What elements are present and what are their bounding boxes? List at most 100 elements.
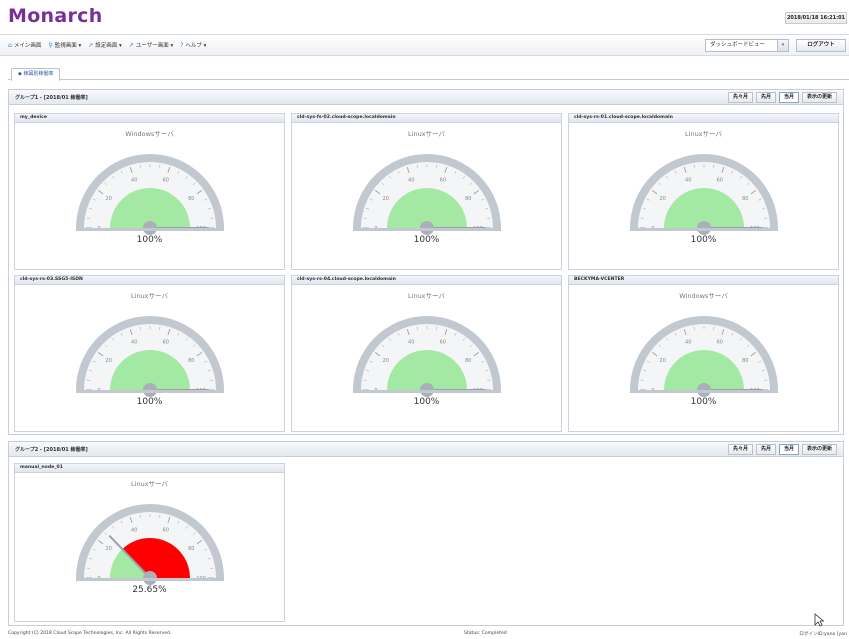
tab-strip: ◆ 稼図別稼働率 — [8, 66, 849, 81]
panel-subtitle: Linuxサーバ — [131, 480, 168, 488]
gauge-tick-label: 40 — [408, 177, 414, 183]
gauge-value: 25.65% — [132, 585, 167, 595]
group-title: グループ1 - [2018/01 稼働率] — [15, 95, 88, 101]
gauge-chart: 020406080100 — [629, 316, 778, 397]
gauge-tick-label: 60 — [716, 339, 722, 345]
gauge-tick-label: 40 — [685, 339, 691, 345]
gauge-value: 100% — [136, 397, 163, 407]
gauge-value: 100% — [690, 397, 717, 407]
main-menu: ⌂ メイン画面 ⚲ 監視画面 ▾ ↗ 設定画面 ▾ ↗ ユーザー画面 ▾ ? ヘルプ ▾ — [8, 41, 206, 50]
panel-subtitle: Windowsサーバ — [679, 292, 728, 300]
wrench-icon: ↗ — [128, 41, 134, 49]
gauge-tick-label: 20 — [659, 358, 665, 364]
gauge-tick-label: 20 — [382, 196, 388, 202]
title-bar: Monarch 2018/01/18 16:21:01 — [0, 0, 849, 34]
search-icon: ⚲ — [48, 41, 53, 49]
current-month-button[interactable]: 当月 — [778, 92, 799, 103]
tab-uptime-by-device[interactable]: ◆ 稼図別稼働率 — [11, 68, 61, 81]
logout-button[interactable]: ログアウト — [796, 39, 846, 52]
refresh-button[interactable]: 表示の更新 — [801, 444, 837, 455]
menu-main-screen[interactable]: ⌂ メイン画面 — [8, 41, 41, 50]
gauge-base — [629, 390, 778, 393]
gauge-tick-label: 60 — [439, 177, 445, 183]
app-logo: Monarch — [8, 5, 103, 27]
gauge-chart: 020406080100 — [75, 316, 224, 397]
gauge-tick-label: 80 — [188, 196, 194, 202]
panel-title: BECKYMA-VCENTER — [569, 276, 838, 285]
gauge-tick-label: 80 — [188, 358, 194, 364]
prev2-month-button[interactable]: 先々月 — [727, 92, 753, 103]
gauge-tick-label: 40 — [131, 339, 137, 345]
gauge-chart: 020406080100 — [75, 504, 224, 585]
view-select[interactable]: ダッシュボードビュー ▾ — [705, 39, 789, 52]
prev-month-button[interactable]: 先月 — [755, 444, 776, 455]
gauge-panel: my_device Windowsサーバ 020406080100 100% — [14, 113, 285, 270]
gauge-panel: manual_node_01 Linuxサーバ 020406080100 25.… — [14, 463, 285, 622]
wrench-icon: ↗ — [88, 41, 94, 49]
gauge-tick-label: 20 — [105, 358, 111, 364]
menu-monitor-screen[interactable]: ⚲ 監視画面 ▾ — [48, 41, 81, 50]
group-header: グループ1 - [2018/01 稼働率] 先々月 先月 当月 表示の更新 — [9, 90, 843, 105]
gauge-tick-label: 60 — [162, 527, 168, 533]
menu-user-screen[interactable]: ↗ ユーザー画面 ▾ — [128, 41, 173, 50]
gauge-tick-label: 60 — [439, 339, 445, 345]
menu-settings-screen[interactable]: ↗ 設定画面 ▾ — [88, 41, 122, 50]
gauge-value: 100% — [136, 235, 163, 245]
gauge-tick-label: 80 — [742, 358, 748, 364]
prev2-month-button[interactable]: 先々月 — [727, 444, 753, 455]
gauge-value: 100% — [413, 397, 440, 407]
panel-subtitle: Linuxサーバ — [408, 130, 445, 138]
mouse-cursor-icon — [814, 613, 824, 627]
group-2: グループ2 - [2018/01 稼働率] 先々月 先月 当月 表示の更新 ma… — [8, 441, 844, 626]
panel-title: cld-sys-rs-04.cloud-scope.localdomain — [292, 276, 561, 285]
gauge-panel: cld-sys-fs-02.cloud-scope.localdomain Li… — [291, 113, 562, 270]
gauge-base — [75, 578, 224, 581]
gauge-tick-label: 40 — [408, 339, 414, 345]
panel-subtitle: Linuxサーバ — [408, 292, 445, 300]
gauge-chart: 020406080100 — [352, 316, 501, 397]
group-header: グループ2 - [2018/01 稼働率] 先々月 先月 当月 表示の更新 — [9, 442, 843, 457]
gauge-base — [75, 228, 224, 231]
gauge-base — [352, 390, 501, 393]
gauge-base — [629, 228, 778, 231]
gauge-panel: cld-sys-rs-01.cloud-scope.localdomain Li… — [568, 113, 839, 270]
gauge-value: 100% — [413, 235, 440, 245]
current-month-button[interactable]: 当月 — [778, 444, 799, 455]
status-text: Status: Completed — [464, 631, 507, 636]
gauge-tick-label: 80 — [465, 196, 471, 202]
gauge-chart: 020406080100 — [352, 154, 501, 235]
gauge-tick-label: 40 — [131, 527, 137, 533]
group-buttons: 先々月 先月 当月 表示の更新 — [727, 444, 837, 455]
panel-subtitle: Linuxサーバ — [131, 292, 168, 300]
gauge-base — [352, 228, 501, 231]
refresh-button[interactable]: 表示の更新 — [801, 92, 837, 103]
gauge-base — [75, 390, 224, 393]
panel-subtitle: Linuxサーバ — [685, 130, 722, 138]
gauge-tick-label: 60 — [162, 177, 168, 183]
gauge-tick-label: 60 — [716, 177, 722, 183]
panel-title: manual_node_01 — [15, 464, 284, 473]
gauge-chart: 020406080100 — [75, 154, 224, 235]
gauge-chart: 020406080100 — [629, 154, 778, 235]
home-icon: ⌂ — [8, 41, 12, 49]
gauge-tick-label: 20 — [659, 196, 665, 202]
group-buttons: 先々月 先月 当月 表示の更新 — [727, 92, 837, 103]
prev-month-button[interactable]: 先月 — [755, 92, 776, 103]
gauge-value: 100% — [690, 235, 717, 245]
menu-help[interactable]: ? ヘルプ ▾ — [180, 41, 206, 50]
menu-bar: ⌂ メイン画面 ⚲ 監視画面 ▾ ↗ 設定画面 ▾ ↗ ユーザー画面 ▾ ? ヘルプ ▾ … — [0, 34, 849, 56]
gauge-panel: BECKYMA-VCENTER Windowsサーバ 020406080100 … — [568, 275, 839, 432]
group-1: グループ1 - [2018/01 稼働率] 先々月 先月 当月 表示の更新 my… — [8, 89, 844, 435]
panel-subtitle: Windowsサーバ — [125, 130, 174, 138]
gauge-tick-label: 60 — [162, 339, 168, 345]
panel-title: my_device — [15, 114, 284, 123]
gauge-tick-label: 20 — [105, 546, 111, 552]
chevron-down-icon[interactable]: ▾ — [777, 40, 788, 51]
panel-title: cld-sys-rs-03.SSG5-ISDN — [15, 276, 284, 285]
gauge-tick-label: 20 — [382, 358, 388, 364]
gauge-tick-label: 20 — [105, 196, 111, 202]
gauge-tick-label: 80 — [465, 358, 471, 364]
datetime-display: 2018/01/18 16:21:01 — [785, 12, 847, 24]
gauge-tick-label: 40 — [131, 177, 137, 183]
help-icon: ? — [180, 41, 184, 49]
